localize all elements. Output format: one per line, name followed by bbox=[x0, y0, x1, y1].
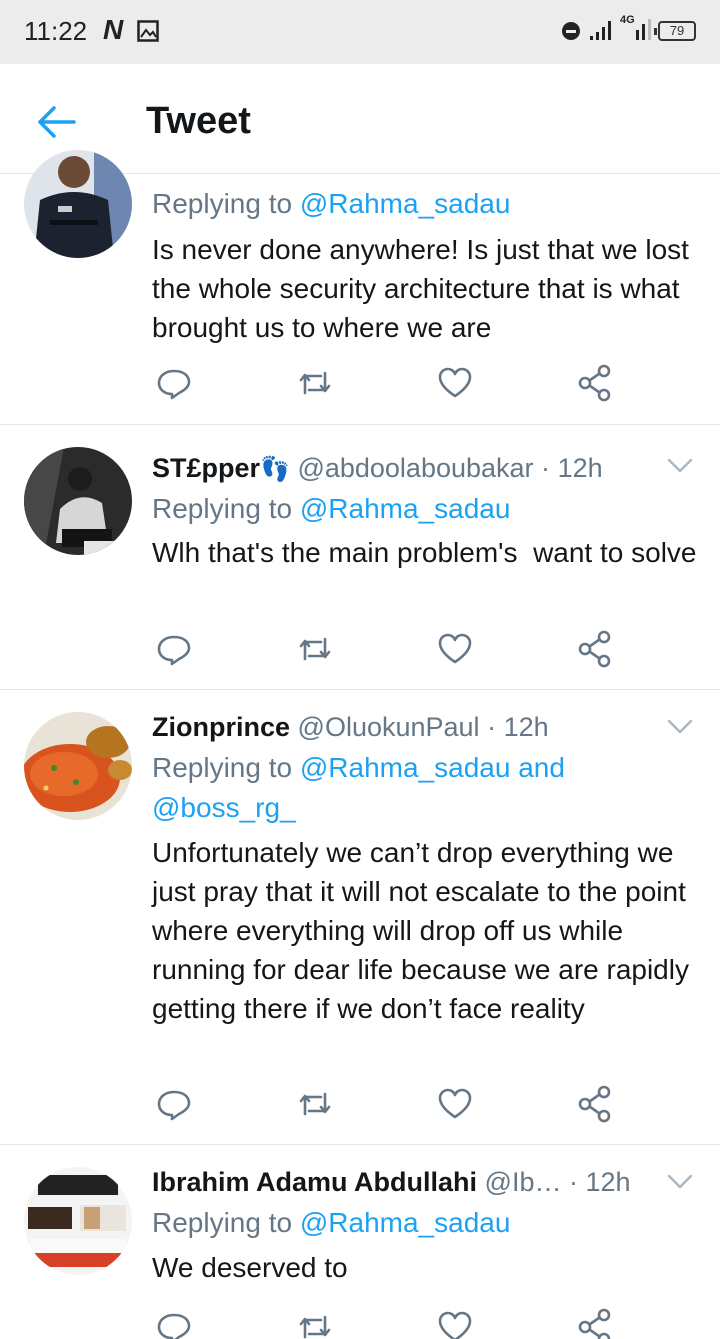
retweet-button[interactable] bbox=[295, 363, 335, 403]
share-button[interactable] bbox=[576, 1084, 616, 1124]
replying-to: Replying to @Rahma_sadau and @boss_rg_ bbox=[152, 748, 707, 828]
tweet-actions bbox=[152, 1307, 622, 1339]
retweet-icon bbox=[299, 1092, 331, 1116]
do-not-disturb-icon bbox=[562, 22, 580, 40]
replying-to: Replying to @Rahma_sadau bbox=[152, 1203, 510, 1243]
battery-indicator: 79 bbox=[654, 21, 696, 41]
avatar[interactable] bbox=[24, 447, 132, 555]
reply-button[interactable] bbox=[154, 1084, 194, 1124]
tweet-meta: Zionprince @OluokunPaul · 12h bbox=[152, 712, 549, 743]
app-header: Tweet bbox=[0, 64, 720, 174]
heart-icon bbox=[438, 633, 472, 664]
retweet-button[interactable] bbox=[295, 629, 335, 669]
tweet-item[interactable]: ST£pper👣 @abdoolaboubakar · 12h Replying… bbox=[0, 425, 720, 690]
replying-to: Replying to @Rahma_sadau bbox=[152, 184, 510, 224]
share-icon bbox=[578, 1308, 611, 1339]
mention-link[interactable]: @Rahma_sadau bbox=[300, 1207, 511, 1238]
share-icon bbox=[578, 1085, 611, 1123]
status-time: 11:22 bbox=[24, 16, 88, 46]
like-button[interactable] bbox=[435, 363, 475, 403]
share-button[interactable] bbox=[576, 363, 616, 403]
chevron-down-icon[interactable] bbox=[666, 1173, 694, 1191]
replying-prefix: Replying to bbox=[152, 493, 300, 524]
meta-separator: · bbox=[487, 712, 497, 742]
heart-icon bbox=[438, 1311, 472, 1339]
page-title: Tweet bbox=[146, 100, 251, 142]
mention-link[interactable]: @Rahma_sadau and bbox=[300, 752, 565, 783]
status-bar: 11:22 N 4G 79 bbox=[0, 0, 720, 64]
like-button[interactable] bbox=[435, 1307, 475, 1339]
mention-link-2[interactable]: @boss_rg_ bbox=[152, 792, 296, 823]
avatar[interactable] bbox=[24, 712, 132, 820]
retweet-icon bbox=[299, 637, 331, 661]
tweet-time: 12h bbox=[557, 453, 603, 483]
replying-to: Replying to @Rahma_sadau bbox=[152, 489, 510, 529]
share-button[interactable] bbox=[576, 629, 616, 669]
heart-icon bbox=[438, 1088, 472, 1119]
app-notification-icon: N bbox=[103, 14, 124, 45]
reply-icon bbox=[157, 369, 191, 400]
tweet-text: Is never done anywhere! Is just that we … bbox=[152, 234, 697, 343]
tweet-item[interactable]: Ibrahim Adamu Abdullahi @Ib… · 12h Reply… bbox=[0, 1145, 720, 1339]
tweet-time: 12h bbox=[585, 1167, 631, 1197]
reply-icon bbox=[157, 1313, 191, 1339]
heart-icon bbox=[438, 367, 472, 398]
user-handle[interactable]: @Ib… bbox=[485, 1167, 562, 1197]
display-name[interactable]: Zionprince bbox=[152, 712, 290, 742]
reply-button[interactable] bbox=[154, 363, 194, 403]
tweet-text: Wlh that's the main problem's want to so… bbox=[152, 537, 697, 568]
replying-prefix: Replying to bbox=[152, 752, 300, 783]
meta-separator: · bbox=[568, 1167, 578, 1197]
image-notification-icon bbox=[137, 20, 159, 42]
tweet-actions bbox=[152, 629, 622, 669]
mention-link[interactable]: @Rahma_sadau bbox=[300, 188, 511, 219]
chevron-down-icon[interactable] bbox=[666, 457, 694, 475]
retweet-icon bbox=[299, 1315, 331, 1339]
tweet-text: Unfortunately we can’t drop everything w… bbox=[152, 837, 697, 1024]
tweet-item[interactable]: Zionprince @OluokunPaul · 12h Replying t… bbox=[0, 690, 720, 1145]
footprints-emoji: 👣 bbox=[260, 456, 290, 483]
signal-icon-2 bbox=[636, 19, 651, 40]
like-button[interactable] bbox=[435, 1084, 475, 1124]
retweet-button[interactable] bbox=[295, 1307, 335, 1339]
meta-separator: · bbox=[541, 453, 551, 483]
share-button[interactable] bbox=[576, 1307, 616, 1339]
tweet-time: 12h bbox=[503, 712, 549, 742]
signal-icon bbox=[590, 21, 611, 40]
avatar[interactable] bbox=[24, 1167, 132, 1275]
retweet-icon bbox=[299, 371, 331, 395]
avatar[interactable] bbox=[24, 150, 132, 258]
reply-button[interactable] bbox=[154, 629, 194, 669]
tweet-text: We deserved to bbox=[152, 1252, 348, 1283]
tweet-actions bbox=[152, 1084, 622, 1124]
replying-prefix: Replying to bbox=[152, 188, 300, 219]
display-name[interactable]: Ibrahim Adamu Abdullahi bbox=[152, 1167, 477, 1197]
tweet-item[interactable]: Replying to @Rahma_sadau Is never done a… bbox=[0, 150, 720, 425]
tweet-actions bbox=[152, 363, 622, 403]
share-icon bbox=[578, 364, 611, 402]
tweet-meta: ST£pper👣 @abdoolaboubakar · 12h bbox=[152, 453, 603, 484]
chevron-down-icon[interactable] bbox=[666, 718, 694, 736]
share-icon bbox=[578, 630, 611, 668]
reply-button[interactable] bbox=[154, 1307, 194, 1339]
user-handle[interactable]: @abdoolaboubakar bbox=[297, 453, 533, 483]
retweet-button[interactable] bbox=[295, 1084, 335, 1124]
reply-icon bbox=[157, 1090, 191, 1121]
reply-icon bbox=[157, 635, 191, 666]
user-handle[interactable]: @OluokunPaul bbox=[298, 712, 480, 742]
display-name[interactable]: ST£pper bbox=[152, 453, 260, 483]
tweet-meta: Ibrahim Adamu Abdullahi @Ib… · 12h bbox=[152, 1167, 631, 1198]
replying-prefix: Replying to bbox=[152, 1207, 300, 1238]
like-button[interactable] bbox=[435, 629, 475, 669]
mention-link[interactable]: @Rahma_sadau bbox=[300, 493, 511, 524]
back-arrow-icon[interactable] bbox=[34, 100, 78, 144]
